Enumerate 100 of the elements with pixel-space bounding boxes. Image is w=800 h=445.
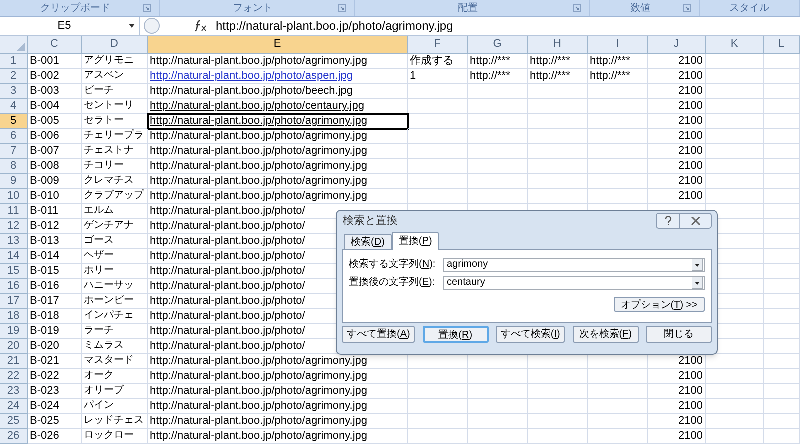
table-cell: B-002 (28, 69, 82, 84)
row-header[interactable]: 16 (0, 279, 28, 294)
table-cell: 2100 (648, 159, 706, 174)
table-cell: http://*** (528, 54, 588, 69)
table-cell: B-017 (28, 294, 82, 309)
table-cell: 2100 (648, 114, 706, 129)
table-cell: 2100 (648, 84, 706, 99)
dialog-button[interactable]: すべて置換(A) (342, 326, 416, 343)
table-cell: 2100 (648, 174, 706, 189)
row-header[interactable]: 19 (0, 324, 28, 339)
table-cell: http://*** (468, 54, 528, 69)
table-cell: ミムラス (82, 339, 148, 354)
row-header[interactable]: 11 (0, 204, 28, 219)
table-cell: http://*** (528, 69, 588, 84)
table-cell: チェストナ (82, 144, 148, 159)
row-header[interactable]: 6 (0, 129, 28, 144)
column-header[interactable]: G (468, 36, 528, 53)
dialog-button[interactable]: 次を検索(F) (572, 326, 639, 343)
row-header[interactable]: 20 (0, 339, 28, 354)
dialog-tab[interactable]: 検索(D) (344, 234, 392, 249)
table-cell: http://natural-plant.boo.jp/photo/agrimony.jpg (148, 54, 408, 69)
row-header[interactable]: 8 (0, 159, 28, 174)
table-cell: クレマチス (82, 174, 148, 189)
table-cell: 2100 (648, 69, 706, 84)
row-header[interactable]: 21 (0, 354, 28, 369)
table-cell: http://natural-plant.boo.jp/photo/agrimony.jpg (148, 174, 408, 189)
table-cell: B-026 (28, 429, 82, 444)
dialog-button[interactable]: 置換(R) (422, 326, 489, 343)
table-cell: B-018 (28, 309, 82, 324)
column-header[interactable]: C (28, 36, 82, 53)
table-cell: http://natural-plant.boo.jp/photo/aspen.jpg (148, 69, 408, 84)
table-cell: エルム (82, 204, 148, 219)
table-cell: B-025 (28, 414, 82, 429)
table-cell: ゴース (82, 234, 148, 249)
row-header[interactable]: 25 (0, 414, 28, 429)
table-cell: http://natural-plant.boo.jp/photo/agrimony.jpg (148, 429, 408, 444)
table-cell: B-013 (28, 234, 82, 249)
table-cell: ホリー (82, 264, 148, 279)
table-cell: 2100 (648, 414, 706, 429)
row-header[interactable]: 7 (0, 144, 28, 159)
combo-box[interactable]: agrimony (443, 258, 705, 272)
row-header[interactable]: 24 (0, 399, 28, 414)
row-header[interactable]: 17 (0, 294, 28, 309)
row-header[interactable]: 15 (0, 264, 28, 279)
row-header[interactable]: 18 (0, 309, 28, 324)
dialog-tab[interactable]: 置換(P) (392, 232, 440, 250)
row-header[interactable]: 10 (0, 189, 28, 204)
ribbon-group-label: スタイル (728, 2, 770, 16)
table-cell: 作成する (408, 54, 468, 69)
table-cell: http://natural-plant.boo.jp/photo/agrimony.jpg (148, 189, 408, 204)
column-header[interactable]: H (528, 36, 588, 53)
dialog-button[interactable]: すべて検索(I) (496, 326, 566, 343)
table-cell: http://natural-plant.boo.jp/photo/agrimony.jpg (148, 144, 408, 159)
row-header[interactable]: 2 (0, 69, 28, 84)
ribbon-group-label: 数値 (630, 2, 652, 16)
table-cell: セラトー (82, 114, 148, 129)
formula-input[interactable]: http://natural-plant.boo.jp/photo/agrimony.jpg (216, 17, 454, 35)
name-box[interactable]: E5 (0, 17, 140, 35)
row-header[interactable]: 5 (0, 114, 28, 129)
column-header[interactable]: J (648, 36, 706, 53)
table-cell: http://natural-plant.boo.jp/photo/beech.jpg (148, 84, 408, 99)
row-header[interactable]: 9 (0, 174, 28, 189)
combo-box[interactable]: centaury (443, 276, 705, 290)
column-header[interactable]: E (148, 36, 408, 53)
table-cell: 2100 (648, 189, 706, 204)
row-header[interactable]: 1 (0, 54, 28, 69)
table-cell: 2100 (648, 99, 706, 114)
column-header[interactable]: L (764, 36, 800, 53)
row-header[interactable]: 12 (0, 219, 28, 234)
table-cell: オリーブ (82, 384, 148, 399)
row-header[interactable]: 3 (0, 84, 28, 99)
table-cell: クラブアップ (82, 189, 148, 204)
column-header[interactable]: K (706, 36, 764, 53)
row-header[interactable]: 22 (0, 369, 28, 384)
table-cell: B-014 (28, 249, 82, 264)
row-header[interactable]: 26 (0, 429, 28, 444)
row-header[interactable]: 14 (0, 249, 28, 264)
row-header[interactable]: 4 (0, 99, 28, 114)
dialog-button[interactable]: 閉じる (646, 326, 712, 343)
table-cell: B-024 (28, 399, 82, 414)
table-cell: インパチェ (82, 309, 148, 324)
column-header[interactable]: I (588, 36, 648, 53)
row-header[interactable]: 23 (0, 384, 28, 399)
table-cell: B-023 (28, 384, 82, 399)
table-cell: ホーンビー (82, 294, 148, 309)
table-cell: 2100 (648, 129, 706, 144)
table-cell: アスペン (82, 69, 148, 84)
table-cell: http://natural-plant.boo.jp/photo/agrimony.jpg (148, 369, 408, 384)
table-cell: B-009 (28, 174, 82, 189)
options-button[interactable]: オプション(T) >> (614, 297, 705, 312)
table-cell: レッドチェス (82, 414, 148, 429)
table-cell: B-008 (28, 159, 82, 174)
table-cell: 1 (408, 69, 468, 84)
table-cell: B-016 (28, 279, 82, 294)
column-header[interactable]: F (408, 36, 468, 53)
ribbon-group-label: フォント (232, 2, 274, 16)
table-cell: パイン (82, 399, 148, 414)
table-cell: ヘザー (82, 249, 148, 264)
row-header[interactable]: 13 (0, 234, 28, 249)
table-cell: http://natural-plant.boo.jp/photo/agrimony.jpg (148, 159, 408, 174)
